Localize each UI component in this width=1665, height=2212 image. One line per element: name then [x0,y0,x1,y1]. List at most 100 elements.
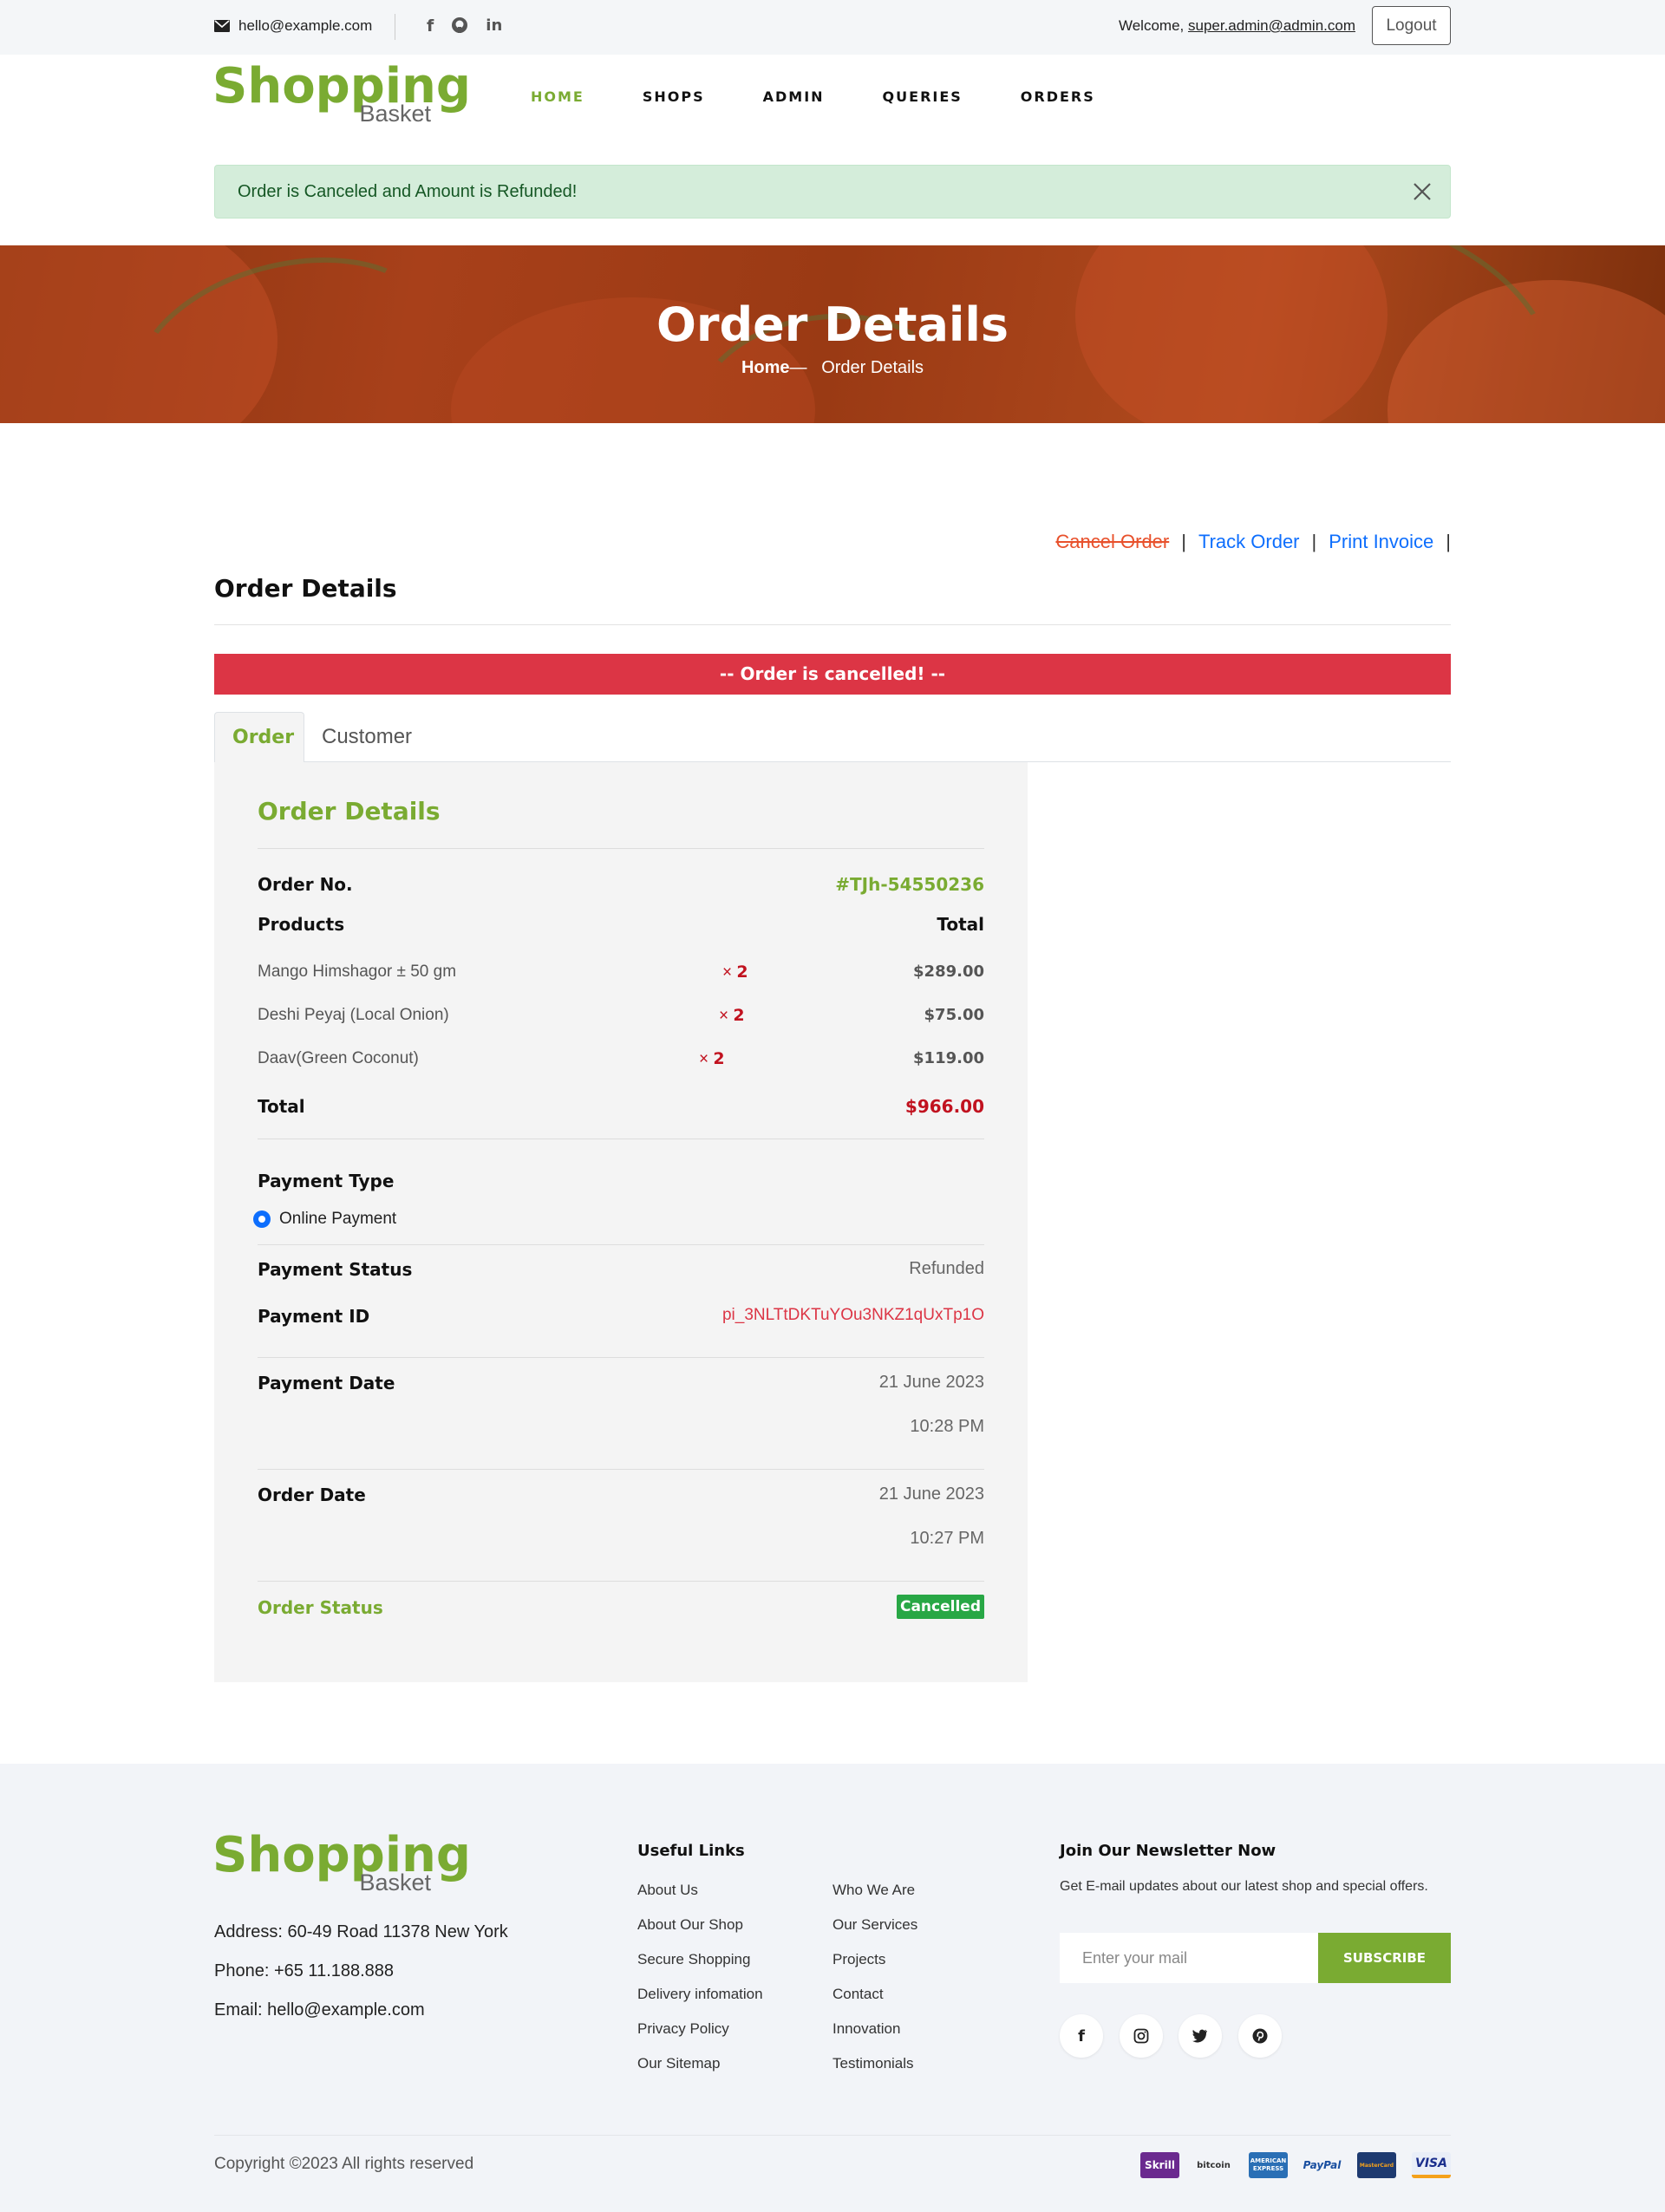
useful-links-title: Useful Links [637,1842,745,1860]
product-price: $75.00 [924,1006,984,1024]
print-invoice-link[interactable]: Print Invoice [1329,531,1433,553]
action-separator: | [1311,531,1317,552]
twitter-icon[interactable] [1179,2014,1222,2058]
newsletter-text: Get E-mail updates about our latest shop… [1060,1879,1428,1894]
footer-link-about-us[interactable]: About Us [637,1882,698,1899]
linkedin-icon[interactable]: in [486,16,502,36]
total-label: Total [258,1096,305,1117]
footer-logo-sub-text: Basket [359,1869,431,1896]
page-title: Order Details [656,297,1009,352]
product-name: Deshi Peyaj (Local Onion) [258,1006,449,1024]
copyright-text: Copyright ©2023 All rights reserved [214,2155,474,2173]
footer-logo[interactable]: Shopping Basket [212,1831,471,1901]
order-date-label: Order Date [258,1484,366,1505]
github-icon[interactable] [451,16,468,34]
status-badge: Cancelled [896,1595,984,1619]
footer-link-innovation[interactable]: Innovation [832,2020,900,2038]
divider [258,1357,984,1358]
footer-link-privacy[interactable]: Privacy Policy [637,2020,729,2038]
logout-button[interactable]: Logout [1372,6,1451,45]
footer-link-secure-shopping[interactable]: Secure Shopping [637,1951,750,1968]
order-date-value: 21 June 2023 [878,1484,984,1504]
nav-orders[interactable]: ORDERS [1021,88,1095,105]
newsletter-form: SUBSCRIBE [1060,1933,1451,1983]
facebook-icon[interactable]: f [1060,2014,1103,2058]
footer-email: Email: hello@example.com [214,2000,425,2020]
divider [258,1581,984,1582]
footer-link-sitemap[interactable]: Our Sitemap [637,2055,720,2072]
payment-type-label: Payment Type [258,1171,395,1191]
footer-link-testimonials[interactable]: Testimonials [832,2055,914,2072]
product-price: $119.00 [913,1049,984,1067]
total-value: $966.00 [904,1096,984,1117]
divider [214,2135,1451,2136]
divider [214,624,1451,625]
contact-email-text: hello@example.com [238,17,373,34]
subscribe-button[interactable]: SUBSCRIBE [1318,1933,1451,1983]
product-qty-value: 2 [736,962,748,982]
pinterest-icon[interactable] [1238,2014,1282,2058]
breadcrumb-current: Order Details [821,358,924,377]
divider [258,848,984,849]
footer-link-contact[interactable]: Contact [832,1986,884,2003]
footer-link-about-shop[interactable]: About Our Shop [637,1916,743,1934]
tab-customer[interactable]: Customer [304,712,429,763]
success-alert: Order is Canceled and Amount is Refunded… [214,165,1451,219]
product-qty-value: 2 [713,1049,725,1068]
action-separator: | [1446,531,1451,552]
close-icon[interactable] [1410,179,1434,204]
nav-queries[interactable]: QUERIES [883,88,963,105]
skrill-logo: Skrill [1140,2152,1179,2178]
alert-message: Order is Canceled and Amount is Refunded… [238,182,578,201]
payment-date-value: 21 June 2023 [878,1373,984,1392]
contact-email: hello@example.com [214,17,372,35]
order-actions: Cancel Order | Track Order | Print Invoi… [1055,531,1451,553]
top-bar: hello@example.com f in Welcome, super.ad… [0,0,1665,55]
breadcrumb-home[interactable]: Home [741,358,790,377]
nav-home[interactable]: HOME [531,88,584,105]
order-panel-title: Order Details [258,797,441,825]
main-nav: HOME SHOPS ADMIN QUERIES ORDERS [531,88,1153,105]
product-qty: × 2 [699,1049,725,1069]
times-icon: × [699,1050,709,1068]
newsletter-email-input[interactable] [1060,1933,1318,1983]
footer-link-delivery[interactable]: Delivery infomation [637,1986,763,2003]
footer-link-who-we-are[interactable]: Who We Are [832,1882,915,1899]
product-name: Mango Himshagor ± 50 gm [258,962,457,981]
page-banner: Order Details Home— Order Details [0,245,1665,423]
cancelled-notice: -- Order is cancelled! -- [214,654,1451,695]
product-qty: × 2 [722,962,748,982]
track-order-link[interactable]: Track Order [1198,531,1300,553]
order-time-value: 10:27 PM [910,1529,984,1548]
instagram-icon[interactable] [1120,2014,1163,2058]
payment-status-value: Refunded [909,1259,984,1278]
topbar-socials: f in [427,16,502,36]
radio-selected-icon[interactable] [253,1210,271,1228]
divider [258,1244,984,1245]
product-price: $289.00 [913,962,984,981]
tab-order[interactable]: Order [214,712,304,763]
order-no-value: #TJh-54550236 [835,874,984,895]
welcome-user-link[interactable]: super.admin@admin.com [1188,17,1355,34]
mastercard-logo: MasterCard [1357,2152,1396,2178]
welcome-text: Welcome, super.admin@admin.com [1119,17,1355,35]
site-logo[interactable]: Shopping Basket [212,62,471,132]
amex-logo: AMERICAN EXPRESS [1249,2152,1288,2178]
nav-admin[interactable]: ADMIN [763,88,825,105]
payment-id-value: pi_3NLTtDKTuYOu3NKZ1qUxTp1O [722,1306,984,1324]
visa-logo: VISA [1412,2152,1451,2178]
order-panel: Order Details Order No. #TJh-54550236 Pr… [214,762,1028,1682]
section-title: Order Details [214,574,397,603]
order-tabs: Order Customer [214,712,1451,763]
footer-link-projects[interactable]: Projects [832,1951,885,1968]
bitcoin-logo: bitcoin [1197,2160,1231,2170]
facebook-icon[interactable]: f [427,16,434,36]
payment-time-value: 10:28 PM [910,1417,984,1436]
cancel-order-link[interactable]: Cancel Order [1055,531,1169,553]
order-no-label: Order No. [258,874,353,895]
divider [258,1469,984,1470]
products-label: Products [258,914,345,935]
footer-link-services[interactable]: Our Services [832,1916,917,1934]
nav-shops[interactable]: SHOPS [643,88,705,105]
product-qty-value: 2 [733,1006,745,1025]
